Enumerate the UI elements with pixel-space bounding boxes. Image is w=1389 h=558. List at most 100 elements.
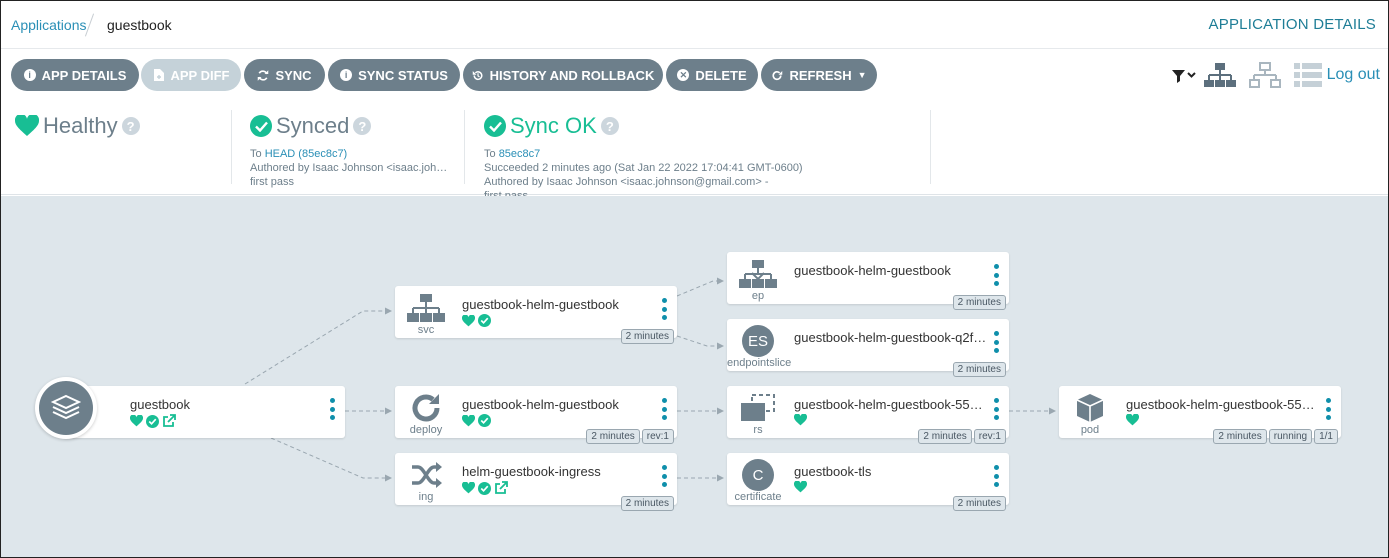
help-icon[interactable]: ? bbox=[353, 117, 372, 135]
sync-icon bbox=[257, 69, 269, 81]
page-title: APPLICATION DETAILS bbox=[1208, 16, 1376, 33]
info-icon: i bbox=[340, 69, 353, 81]
toolbar: i APP DETAILS APP DIFF SYNC i SYNC STATU… bbox=[1, 50, 1388, 102]
delete-button[interactable]: ✕ DELETE bbox=[666, 59, 758, 91]
health-status: Healthy ? bbox=[15, 110, 220, 186]
node-status bbox=[130, 414, 176, 428]
check-circle-icon bbox=[484, 115, 506, 137]
node-menu-button[interactable] bbox=[661, 298, 667, 320]
redo-icon bbox=[771, 69, 783, 81]
age-badge: 2 minutes bbox=[586, 429, 640, 444]
sync-label: Synced bbox=[276, 113, 350, 138]
age-badge: 2 minutes bbox=[620, 496, 674, 511]
certificate-icon: C bbox=[742, 459, 774, 491]
heart-icon bbox=[794, 414, 807, 426]
sync-message: first pass bbox=[250, 176, 295, 188]
node-name: guestbook bbox=[130, 397, 190, 412]
node-menu-button[interactable] bbox=[329, 398, 335, 420]
operation-revision-link[interactable]: 85ec8c7 bbox=[499, 148, 541, 160]
node-menu-button[interactable] bbox=[661, 465, 667, 487]
node-name: guestbook-helm-guestbook-q2fmp bbox=[794, 330, 989, 345]
info-icon: i bbox=[23, 69, 36, 81]
endpointslice-icon: ES bbox=[742, 325, 774, 357]
app-details-button[interactable]: i APP DETAILS bbox=[11, 59, 139, 91]
divider bbox=[231, 110, 232, 184]
ing-node[interactable]: ing helm-guestbook-ingress 2 minutes bbox=[395, 453, 677, 511]
health-label: Healthy bbox=[43, 113, 118, 138]
revision-badge: rev:1 bbox=[973, 429, 1006, 444]
operation-author: Authored by Isaac Johnson <isaac.johnson… bbox=[484, 176, 769, 188]
certificate-node[interactable]: C certificate guestbook-tls 2 minutes bbox=[727, 453, 1009, 511]
breadcrumb-applications-link[interactable]: Applications bbox=[11, 17, 87, 33]
deploy-node[interactable]: deploy guestbook-helm-guestbook 2 minute… bbox=[395, 386, 677, 444]
heart-icon bbox=[462, 314, 475, 326]
ep-node[interactable]: ep guestbook-helm-guestbook 2 minutes bbox=[727, 252, 1009, 310]
node-name: guestbook-tls bbox=[794, 464, 872, 479]
divider bbox=[464, 110, 465, 184]
filter-icon bbox=[1172, 70, 1196, 83]
age-badge: 2 minutes bbox=[1213, 429, 1267, 444]
age-badge: 2 minutes bbox=[952, 362, 1006, 377]
sync-status-button[interactable]: i SYNC STATUS bbox=[328, 59, 460, 91]
list-icon bbox=[1294, 63, 1322, 87]
rs-node[interactable]: rs guestbook-helm-guestbook-55d5b9f8c4 2… bbox=[727, 386, 1009, 444]
status-bar: Healthy ? Synced ? To HEAD (85ec8c7) Aut… bbox=[1, 102, 1388, 202]
service-icon bbox=[407, 294, 445, 322]
help-icon[interactable]: ? bbox=[600, 117, 619, 135]
heart-icon bbox=[1126, 414, 1139, 426]
check-circle-icon bbox=[250, 115, 272, 137]
node-menu-button[interactable] bbox=[993, 398, 999, 420]
sync-status: Synced ? To HEAD (85ec8c7) Authored by I… bbox=[250, 110, 450, 188]
pod-node[interactable]: pod guestbook-helm-guestbook-55d5b9f8c4-… bbox=[1059, 386, 1341, 444]
external-link-icon[interactable] bbox=[494, 481, 508, 495]
layers-icon bbox=[51, 394, 81, 420]
breadcrumb-current: guestbook bbox=[107, 17, 172, 33]
refresh-button[interactable]: REFRESH ▼ bbox=[761, 59, 877, 91]
age-badge: 2 minutes bbox=[952, 295, 1006, 310]
check-circle-icon bbox=[478, 414, 491, 427]
heart-icon bbox=[462, 414, 475, 426]
revision-link[interactable]: HEAD (85ec8c7) bbox=[265, 148, 348, 160]
check-circle-icon bbox=[478, 481, 491, 495]
caret-down-icon: ▼ bbox=[857, 70, 867, 80]
replicaset-icon bbox=[741, 394, 775, 421]
history-and-rollback-button[interactable]: HISTORY AND ROLLBACK bbox=[463, 59, 663, 91]
node-menu-button[interactable] bbox=[993, 331, 999, 353]
check-circle-icon bbox=[478, 314, 491, 327]
external-link-icon[interactable] bbox=[162, 414, 176, 428]
node-name: guestbook-helm-guestbook bbox=[794, 263, 951, 278]
age-badge: 2 minutes bbox=[918, 429, 972, 444]
tree-view-button[interactable] bbox=[1204, 62, 1236, 88]
operation-succeeded: Succeeded 2 minutes ago (Sat Jan 22 2022… bbox=[484, 162, 803, 174]
ingress-icon bbox=[412, 462, 442, 488]
age-badge: 2 minutes bbox=[952, 496, 1006, 511]
node-name: guestbook-helm-guestbook-55d5b9f8c4-xk2l… bbox=[1126, 397, 1321, 412]
app-icon-circle bbox=[35, 377, 97, 439]
app-node[interactable]: guestbook bbox=[35, 377, 345, 439]
network-icon bbox=[1249, 62, 1281, 88]
graph-edges bbox=[244, 277, 1056, 482]
node-name: guestbook-helm-guestbook bbox=[462, 297, 619, 312]
endpoints-icon bbox=[739, 260, 777, 288]
network-view-button[interactable] bbox=[1249, 62, 1281, 88]
resource-graph[interactable]: guestbook svc guestbook-helm-guestbook 2… bbox=[1, 196, 1388, 557]
node-menu-button[interactable] bbox=[993, 264, 999, 286]
help-icon[interactable]: ? bbox=[121, 117, 140, 135]
node-menu-button[interactable] bbox=[661, 398, 667, 420]
node-menu-button[interactable] bbox=[993, 465, 999, 487]
operation-label: Sync OK bbox=[510, 113, 597, 138]
endpointslice-node[interactable]: ES endpointslice guestbook-helm-guestboo… bbox=[727, 319, 1009, 377]
heart-icon bbox=[462, 482, 475, 494]
node-menu-button[interactable] bbox=[1325, 398, 1331, 420]
app-diff-button[interactable]: APP DIFF bbox=[141, 59, 241, 91]
operation-status: Sync OK ? To 85ec8c7 Succeeded 2 minutes… bbox=[484, 110, 914, 202]
sync-button[interactable]: SYNC bbox=[244, 59, 325, 91]
list-view-button[interactable] bbox=[1294, 63, 1322, 87]
logout-link[interactable]: Log out bbox=[1327, 66, 1380, 84]
node-name: guestbook-helm-guestbook-55d5b9f8c4 bbox=[794, 397, 989, 412]
node-name: helm-guestbook-ingress bbox=[462, 464, 601, 479]
filter-dropdown-button[interactable] bbox=[1171, 68, 1197, 84]
pod-phase-badge: running bbox=[1268, 429, 1313, 444]
svc-node[interactable]: svc guestbook-helm-guestbook 2 minutes bbox=[395, 286, 677, 344]
top-bar: Applications guestbook APPLICATION DETAI… bbox=[1, 1, 1388, 49]
